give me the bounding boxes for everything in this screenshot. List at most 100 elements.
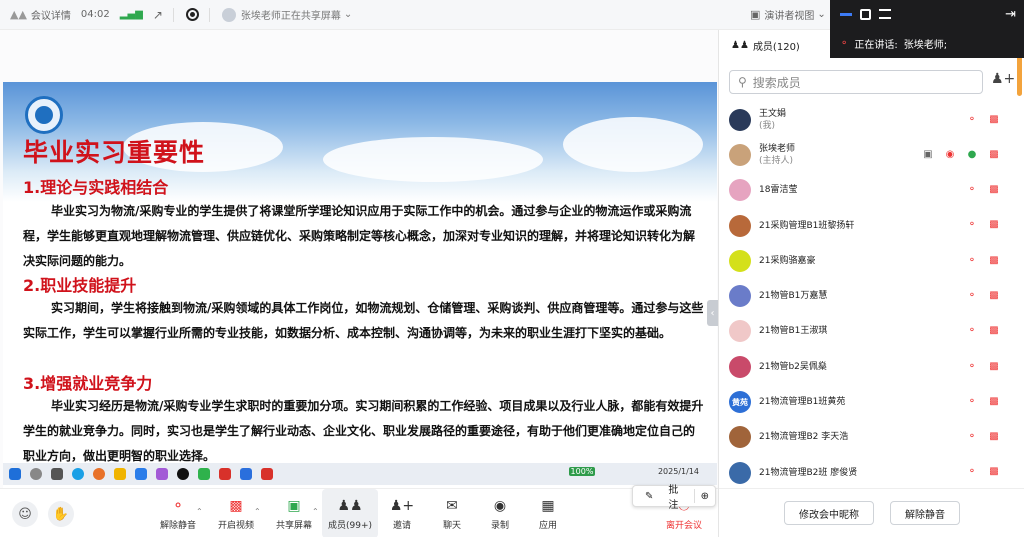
annotate-label: 批注 bbox=[668, 485, 679, 511]
share-screen-icon: ▣ bbox=[287, 497, 301, 514]
avatar bbox=[729, 320, 751, 343]
record-icon: ◉ bbox=[493, 497, 507, 514]
avatar bbox=[729, 426, 751, 449]
annotate-button[interactable]: ✎ 批注 bbox=[633, 481, 694, 511]
member-name-text: 21物管b2吴佩燊 bbox=[759, 361, 827, 372]
camera-off-icon: ▩ bbox=[989, 184, 999, 196]
member-row[interactable]: 21物管B1万嘉慧 ⚬ ▩ bbox=[719, 278, 1024, 313]
camera-off-icon: ▩ bbox=[989, 113, 999, 125]
meeting-window: ▲▲ 会议详情 04:02 ▂▄▆ ↗ 张埃老师正在共享屏幕 ⌄ ▣ 演讲者视图… bbox=[0, 0, 1024, 537]
member-row[interactable]: 21物流管理B2班 廖俊贤 ⚬ ▩ bbox=[719, 455, 1024, 490]
member-name-text: 21物管B1万嘉慧 bbox=[759, 291, 828, 302]
member-row[interactable]: 21物管b2吴佩燊 ⚬ ▩ bbox=[719, 349, 1024, 384]
search-input[interactable]: ⚲ 搜索成员 bbox=[729, 70, 983, 94]
members-panel: ♟♟ 成员(120) ⚲ 搜索成员 ♟+ 王文娟 (我) ⚬ ▩ 张埃老师 (主持人) ▣ ◉… bbox=[718, 30, 1024, 537]
camera-off-icon: ▩ bbox=[989, 395, 999, 407]
chevron-down-icon: ⌄ bbox=[343, 9, 353, 20]
mic-on-icon: ● bbox=[967, 148, 977, 160]
member-name: 21物流管理B2 李天浩 bbox=[759, 431, 848, 443]
rename-button[interactable]: 修改会中昵称 bbox=[784, 501, 874, 525]
member-name: 18雷洁莹 bbox=[759, 184, 797, 196]
screen-share-icon: ▣ bbox=[923, 148, 933, 160]
member-row[interactable]: 21采购管理B1班黎扬轩 ⚬ ▩ bbox=[719, 208, 1024, 243]
member-row[interactable]: 黄苑 21物流管理B1班黄苑 ⚬ ▩ bbox=[719, 384, 1024, 419]
avatar: 黄苑 bbox=[729, 391, 751, 414]
members-button[interactable]: ♟♟ 成员(99+) bbox=[322, 489, 378, 537]
member-role: (我) bbox=[759, 120, 776, 131]
invite-button[interactable]: ♟+ 邀请 bbox=[374, 489, 430, 537]
member-row[interactable]: 21物管B1王淑琪 ⚬ ▩ bbox=[719, 314, 1024, 349]
chevron-up-icon[interactable]: ⌃ bbox=[254, 507, 261, 516]
member-name-text: 21采购管理B1班黎扬轩 bbox=[759, 220, 855, 231]
battery-percent: 100% bbox=[568, 467, 596, 476]
member-row[interactable]: 21采购骆嘉豪 ⚬ ▩ bbox=[719, 243, 1024, 278]
section-heading-3: 3.增强就业竞争力 bbox=[23, 374, 153, 393]
unmute-self-button[interactable]: 解除静音 bbox=[890, 501, 960, 525]
mic-muted-icon: ⚬ bbox=[967, 254, 977, 266]
meeting-info-button[interactable]: ▲▲ 会议详情 bbox=[10, 7, 71, 22]
meeting-toolbar: ☺ ✋ ⚬ 解除静音 ⌃ ▩ 开启视频 ⌃ ▣ 共享屏幕 ⌃ ♟♟ 成员(99+… bbox=[0, 488, 718, 537]
folder-icon bbox=[114, 468, 126, 480]
member-name-text: 21采购骆嘉豪 bbox=[759, 255, 816, 266]
menu-icon[interactable] bbox=[879, 9, 891, 19]
member-role: (主持人) bbox=[759, 155, 794, 166]
qq-icon bbox=[177, 468, 189, 480]
members-tab-label: 成员(120) bbox=[752, 41, 800, 53]
members-icon: ♟♟ bbox=[731, 39, 749, 51]
member-status-icons: ⚬ ▩ bbox=[965, 112, 1001, 126]
avatar bbox=[729, 461, 751, 484]
chevron-up-icon[interactable]: ⌃ bbox=[196, 507, 203, 516]
chat-icon: ✉ bbox=[446, 497, 458, 514]
collapse-panel-handle[interactable]: ‹ bbox=[707, 300, 718, 326]
mic-muted-icon: ⚬ bbox=[967, 289, 977, 301]
zoom-in-icon[interactable]: ⊕ bbox=[693, 489, 715, 503]
presenter-view-button[interactable]: ▣ 演讲者视图 ⌄ bbox=[750, 7, 826, 22]
chevron-up-icon[interactable]: ⌃ bbox=[312, 507, 319, 516]
task-view-icon bbox=[51, 468, 63, 480]
section-text-2: 实习期间，学生将接触到物流/采购领域的具体工作岗位，如物流规划、仓储管理、采购谈… bbox=[23, 301, 704, 340]
member-name-text: 王文娟 bbox=[759, 108, 787, 119]
meeting-info-label: 会议详情 bbox=[30, 11, 71, 22]
chevron-down-icon: ⌄ bbox=[817, 9, 826, 20]
raise-hand-icon[interactable]: ✋ bbox=[48, 501, 74, 527]
member-row[interactable]: 18雷洁莹 ⚬ ▩ bbox=[719, 173, 1024, 208]
meeting-logo-icon: ▲▲ bbox=[10, 8, 27, 21]
members-panel-footer: 修改会中昵称 解除静音 bbox=[719, 488, 1024, 537]
firefox-icon bbox=[93, 468, 105, 480]
member-name: 21物流管理B2班 廖俊贤 bbox=[759, 467, 857, 479]
apps-button[interactable]: ▦ 应用 bbox=[520, 489, 576, 537]
divider bbox=[172, 7, 174, 22]
meeting-app-icon bbox=[240, 468, 252, 480]
speaking-name: 张埃老师; bbox=[903, 39, 948, 51]
mic-muted-icon: ⚬ bbox=[840, 37, 849, 49]
mic-muted-icon: ⚬ bbox=[172, 497, 184, 514]
cloud-decoration bbox=[323, 137, 543, 182]
minimize-icon[interactable] bbox=[840, 12, 852, 16]
sharing-status-button[interactable]: 张埃老师正在共享屏幕 ⌄ bbox=[221, 7, 353, 22]
member-row[interactable]: 王文娟 (我) ⚬ ▩ bbox=[719, 102, 1024, 137]
video-label: 开启视频 bbox=[217, 520, 254, 531]
presenter-view-icon: ▣ bbox=[750, 8, 761, 21]
add-member-icon[interactable]: ♟+ bbox=[991, 71, 1015, 87]
member-name: 21物流管理B1班黄苑 bbox=[759, 396, 845, 408]
member-row[interactable]: 21物流管理B2 李天浩 ⚬ ▩ bbox=[719, 420, 1024, 455]
member-status-icons: ⚬ ▩ bbox=[965, 394, 1001, 408]
member-status-icons: ⚬ ▩ bbox=[965, 183, 1001, 197]
exit-icon[interactable]: ⇥ bbox=[1005, 7, 1016, 22]
member-name: 21物管B1万嘉慧 bbox=[759, 290, 827, 302]
record-label: 录制 bbox=[490, 520, 509, 531]
member-name: 张埃老师 (主持人) bbox=[759, 143, 795, 167]
emoji-icon[interactable]: ☺ bbox=[12, 501, 38, 527]
window-icon[interactable] bbox=[860, 8, 871, 20]
presentation-slide: 毕业实习重要性 1.理论与实践相结合 毕业实习为物流/采购专业的学生提供了将课堂… bbox=[3, 82, 717, 488]
member-status-icons: ⚬ ▩ bbox=[965, 359, 1001, 373]
camera-off-icon: ▩ bbox=[229, 497, 243, 514]
search-placeholder: 搜索成员 bbox=[752, 75, 801, 90]
avatar bbox=[729, 355, 751, 378]
popout-icon[interactable]: ↗ bbox=[153, 8, 163, 22]
signal-icon[interactable]: ▂▄▆ bbox=[120, 9, 143, 20]
member-row[interactable]: 张埃老师 (主持人) ▣ ◉ ● ▩ bbox=[719, 137, 1024, 172]
mic-muted-icon: ⚬ bbox=[967, 325, 977, 337]
record-status-icon[interactable] bbox=[185, 8, 199, 21]
member-status-icons: ⚬ ▩ bbox=[965, 288, 1001, 302]
